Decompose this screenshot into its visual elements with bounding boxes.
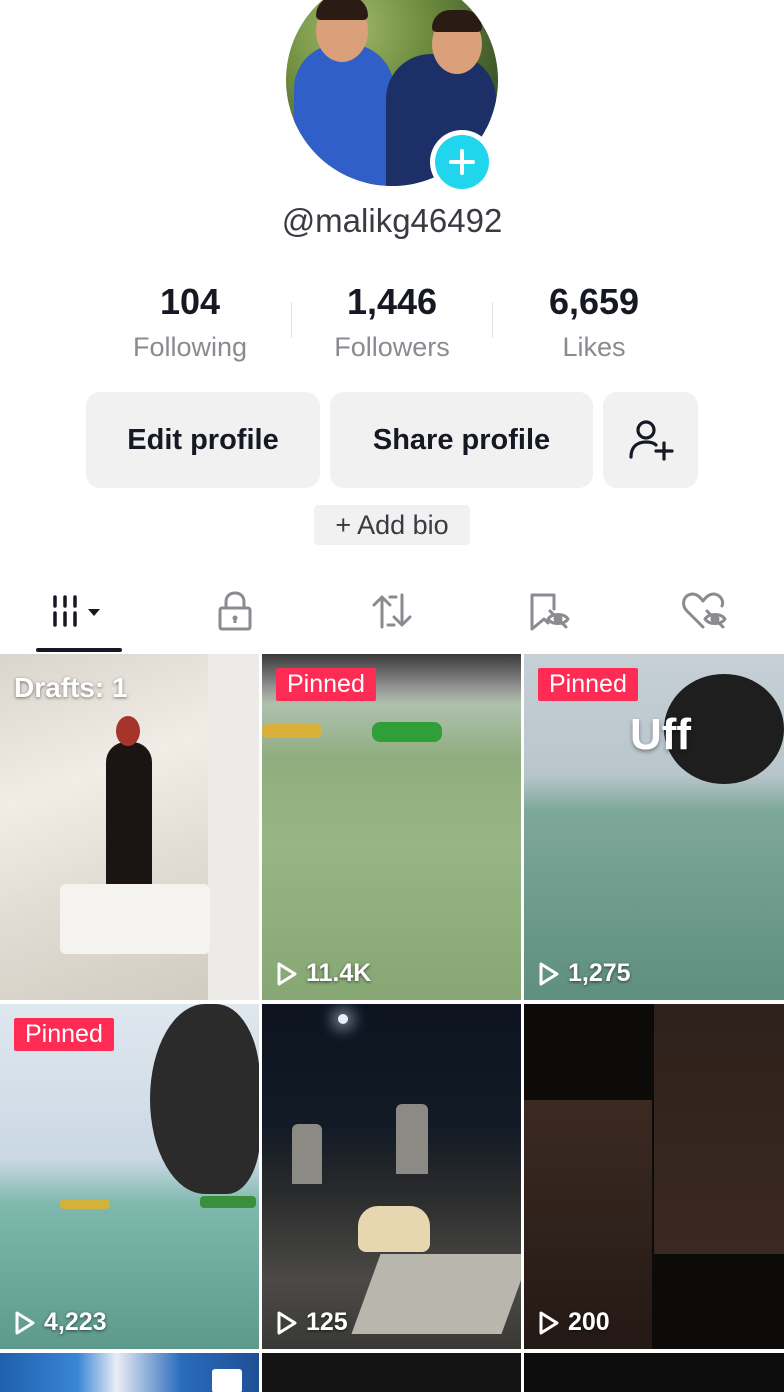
thumbnail-scene bbox=[106, 742, 152, 892]
active-tab-indicator bbox=[36, 648, 122, 652]
thumbnail-scene bbox=[60, 884, 210, 954]
thumbnail-scene bbox=[654, 1004, 784, 1254]
view-count: 200 bbox=[538, 1308, 610, 1337]
videos-grid-icon bbox=[53, 595, 100, 627]
video-thumbnail[interactable] bbox=[262, 1353, 521, 1392]
liked-hidden-icon bbox=[682, 592, 727, 629]
profile-tabs bbox=[0, 568, 784, 654]
thumbnail-scene bbox=[60, 1199, 110, 1209]
play-icon bbox=[539, 1311, 559, 1334]
thumbnail-scene bbox=[262, 724, 322, 738]
view-count-value: 200 bbox=[568, 1308, 610, 1336]
add-avatar-button[interactable] bbox=[430, 130, 494, 194]
video-thumbnail[interactable]: Pinned Uff 1,275 bbox=[524, 654, 784, 1000]
thumbnail-scene bbox=[208, 654, 259, 1000]
thumbnail-scene bbox=[372, 722, 442, 742]
tab-videos[interactable] bbox=[20, 568, 140, 654]
tab-private[interactable] bbox=[175, 568, 295, 654]
tab-favorites[interactable] bbox=[488, 568, 608, 654]
tab-liked[interactable] bbox=[644, 568, 764, 654]
thumbnail-scene bbox=[200, 1196, 256, 1208]
share-profile-button[interactable]: Share profile bbox=[330, 392, 593, 488]
stat-likes[interactable]: 6,659 Likes bbox=[494, 282, 694, 363]
add-person-icon bbox=[628, 420, 674, 461]
tab-reposts[interactable] bbox=[332, 568, 452, 654]
lock-icon bbox=[218, 591, 252, 631]
stat-value: 6,659 bbox=[548, 281, 640, 322]
stat-label: Followers bbox=[334, 332, 450, 362]
stat-value: 104 bbox=[159, 281, 221, 322]
thumbnail-scene bbox=[351, 1254, 521, 1334]
video-grid: Drafts: 1 Pinned 11.4K Pinned Uff 1,275 … bbox=[0, 654, 784, 1392]
stat-value: 1,446 bbox=[346, 281, 438, 322]
play-icon bbox=[15, 1311, 35, 1334]
favorites-hidden-icon bbox=[530, 593, 570, 631]
avatar-figure bbox=[294, 44, 394, 186]
thumbnail-scene bbox=[358, 1206, 430, 1252]
view-count: 11.4K bbox=[276, 959, 371, 988]
view-count: 1,275 bbox=[538, 959, 631, 988]
repost-icon bbox=[372, 593, 412, 629]
play-icon bbox=[277, 1311, 297, 1334]
video-thumbnail[interactable] bbox=[524, 1353, 784, 1392]
stat-divider bbox=[291, 302, 292, 338]
video-thumbnail[interactable]: 125 bbox=[262, 1004, 521, 1349]
thumbnail-scene bbox=[116, 716, 140, 746]
stat-following[interactable]: 104 Following bbox=[90, 282, 290, 363]
pinned-badge: Pinned bbox=[14, 1018, 114, 1051]
view-count: 4,223 bbox=[14, 1308, 107, 1337]
edit-profile-button[interactable]: Edit profile bbox=[86, 392, 320, 488]
add-bio-button[interactable]: + Add bio bbox=[314, 505, 470, 545]
view-count-value: 1,275 bbox=[568, 959, 631, 987]
plus-icon bbox=[435, 135, 489, 189]
pinned-badge: Pinned bbox=[538, 668, 638, 701]
view-count-value: 125 bbox=[306, 1308, 348, 1336]
username: @malikg46492 bbox=[281, 202, 503, 239]
avatar-figure bbox=[432, 10, 482, 74]
video-thumbnail[interactable] bbox=[0, 1353, 259, 1392]
view-count: 125 bbox=[276, 1308, 348, 1337]
view-count-value: 4,223 bbox=[44, 1308, 107, 1336]
thumbnail-scene bbox=[292, 1124, 322, 1184]
video-thumbnail[interactable]: 200 bbox=[524, 1004, 784, 1349]
thumbnail-scene bbox=[396, 1104, 428, 1174]
profile-stats: 104 Following 1,446 Followers 6,659 Like… bbox=[0, 282, 784, 372]
thumbnail-scene bbox=[338, 1014, 348, 1024]
photo-icon bbox=[212, 1369, 242, 1392]
pinned-badge: Pinned bbox=[276, 668, 376, 701]
video-thumbnail[interactable]: Pinned 4,223 bbox=[0, 1004, 259, 1349]
thumbnail-scene bbox=[150, 1004, 259, 1194]
stat-label: Following bbox=[132, 332, 248, 362]
view-count-value: 11.4K bbox=[306, 959, 372, 987]
profile-avatar-container[interactable] bbox=[286, 0, 498, 194]
video-thumbnail[interactable]: Pinned 11.4K bbox=[262, 654, 521, 1000]
play-icon bbox=[277, 962, 297, 985]
stat-label: Likes bbox=[562, 332, 626, 362]
play-icon bbox=[539, 962, 559, 985]
avatar-figure bbox=[316, 0, 368, 62]
drafts-label: Drafts: 1 bbox=[14, 672, 128, 703]
stat-divider bbox=[492, 302, 493, 338]
video-thumbnail-drafts[interactable]: Drafts: 1 bbox=[0, 654, 259, 1000]
add-friend-button[interactable] bbox=[603, 392, 698, 488]
video-overlay-text: Uff bbox=[630, 710, 692, 759]
stat-followers[interactable]: 1,446 Followers bbox=[292, 282, 492, 363]
